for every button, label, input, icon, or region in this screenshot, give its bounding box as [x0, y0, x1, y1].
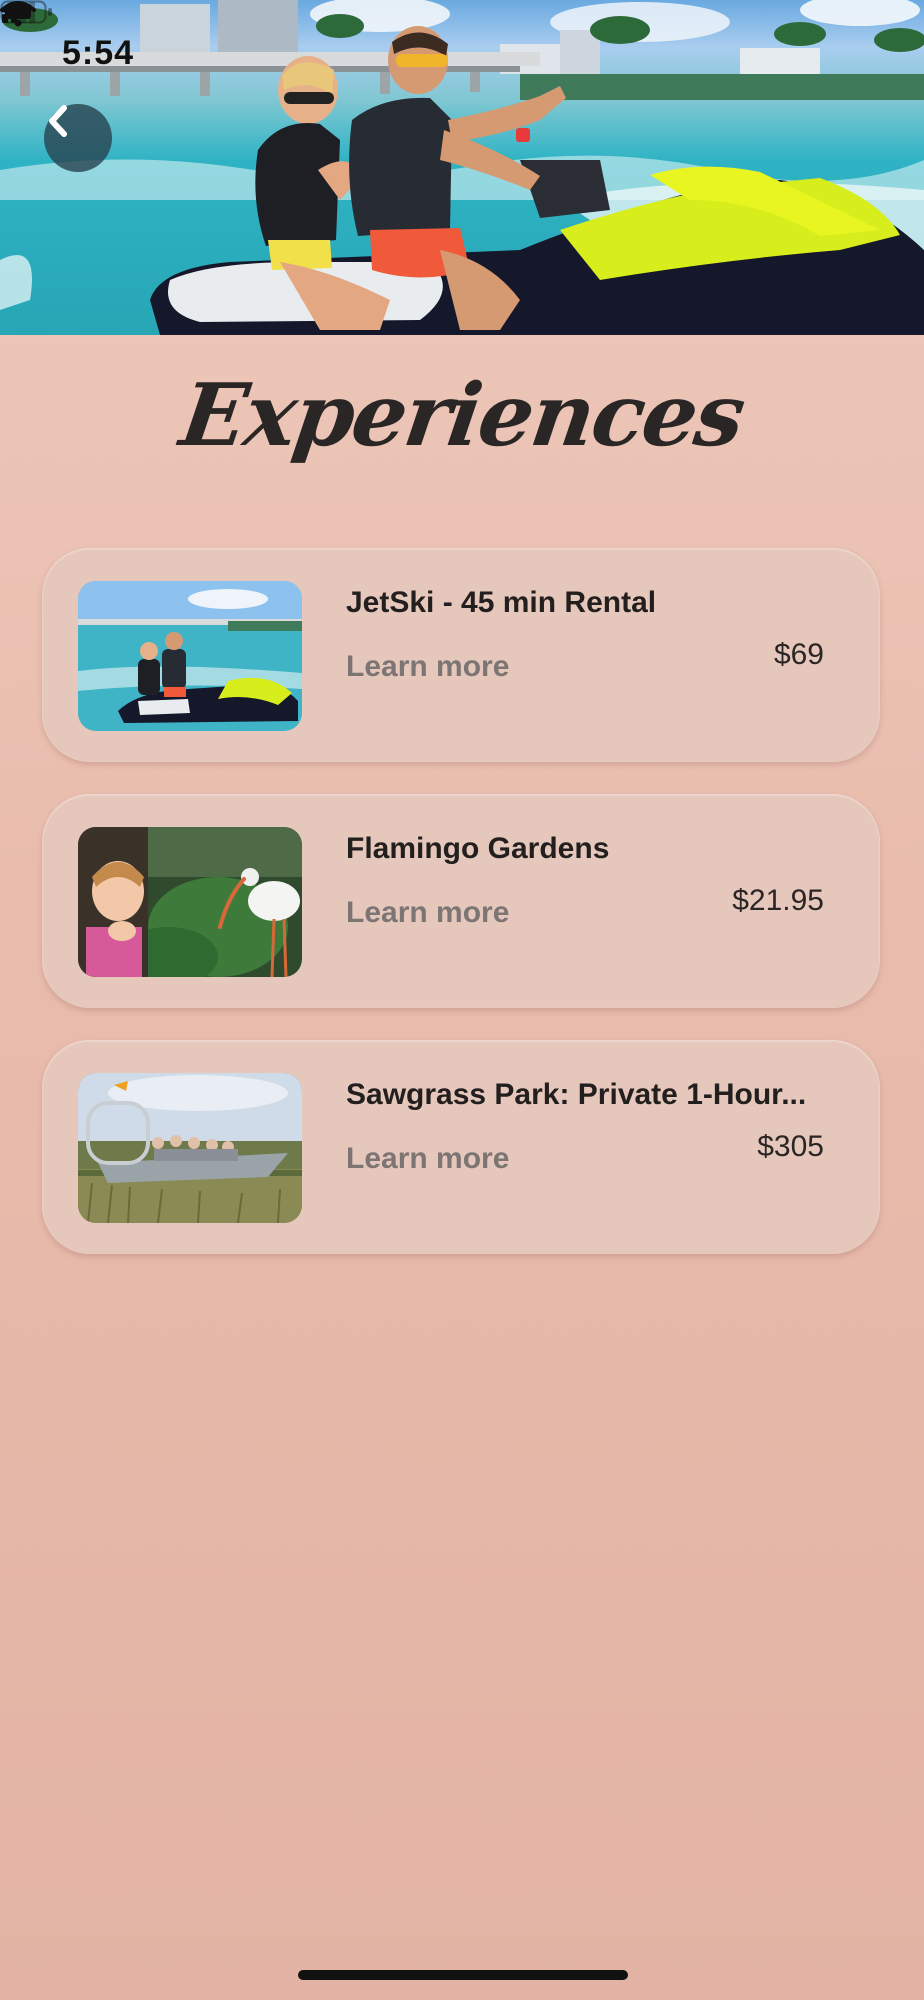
- battery-icon: [0, 0, 52, 24]
- status-time: 5:54: [62, 34, 135, 72]
- jetski-thumbnail: [78, 581, 302, 731]
- home-indicator[interactable]: [298, 1970, 628, 1980]
- experience-card-sawgrass-park[interactable]: Sawgrass Park: Private 1-Hour... Learn m…: [42, 1040, 880, 1254]
- learn-more-link[interactable]: Learn more: [346, 650, 509, 684]
- back-button[interactable]: [44, 104, 112, 172]
- learn-more-link[interactable]: Learn more: [346, 1142, 509, 1176]
- experience-title: JetSki - 45 min Rental: [346, 586, 657, 619]
- hero-illustration: [0, 0, 924, 335]
- ibis-and-child-thumbnail: [78, 827, 302, 977]
- chevron-left-icon: [49, 105, 67, 137]
- experience-price: $69: [773, 638, 824, 671]
- experience-title: Sawgrass Park: Private 1-Hour...: [346, 1078, 807, 1111]
- experience-price: $21.95: [732, 884, 824, 917]
- experience-card-jetski[interactable]: JetSki - 45 min Rental Learn more $69: [42, 548, 880, 762]
- hero-image: 5:54: [0, 0, 924, 335]
- experience-title: Flamingo Gardens: [346, 832, 610, 865]
- airboat-thumbnail: [78, 1073, 302, 1223]
- experience-card-flamingo-gardens[interactable]: Flamingo Gardens Learn more $21.95: [42, 794, 880, 1008]
- experience-list: JetSki - 45 min Rental Learn more $69 Fl: [42, 548, 880, 1286]
- learn-more-link[interactable]: Learn more: [346, 896, 509, 930]
- page-title: Experiences: [174, 365, 750, 466]
- experience-price: $305: [757, 1130, 824, 1163]
